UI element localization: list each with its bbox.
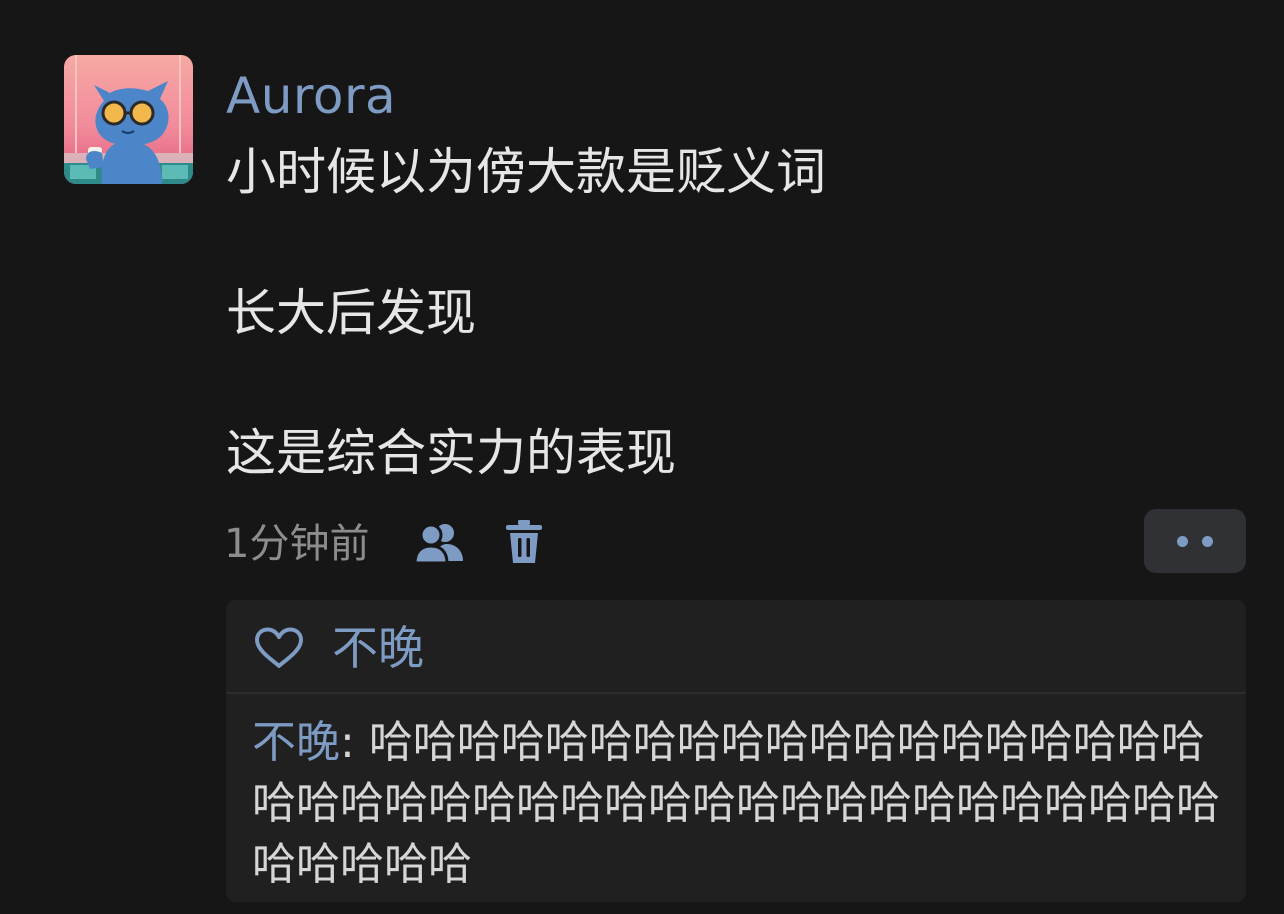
- username[interactable]: Aurora: [226, 64, 396, 128]
- post-content-line: 长大后发现: [226, 284, 476, 342]
- trash-icon[interactable]: [505, 519, 543, 565]
- likes-row: 不晚: [226, 600, 1246, 694]
- moment-post: Aurora 小时候以为傍大款是贬义词 长大后发现 这是综合实力的表现 1分钟前…: [0, 0, 1284, 914]
- comment-separator: :: [340, 717, 369, 768]
- avatar[interactable]: [64, 55, 193, 184]
- post-content-line: 这是综合实力的表现: [226, 424, 676, 482]
- liker-name[interactable]: 不晚: [332, 620, 424, 676]
- comment-text: 哈哈哈哈哈哈哈哈哈哈哈哈哈哈哈哈哈哈哈哈哈哈哈哈哈哈哈哈哈哈哈哈哈哈哈哈哈哈哈哈…: [252, 717, 1220, 890]
- comment[interactable]: 不晚: 哈哈哈哈哈哈哈哈哈哈哈哈哈哈哈哈哈哈哈哈哈哈哈哈哈哈哈哈哈哈哈哈哈哈哈哈…: [252, 712, 1242, 895]
- interaction-panel: 不晚 不晚: 哈哈哈哈哈哈哈哈哈哈哈哈哈哈哈哈哈哈哈哈哈哈哈哈哈哈哈哈哈哈哈哈哈…: [226, 600, 1246, 902]
- comment-author[interactable]: 不晚: [252, 717, 340, 768]
- friends-icon[interactable]: [413, 521, 465, 565]
- post-timestamp: 1分钟前: [224, 521, 370, 567]
- more-actions-button[interactable]: [1144, 509, 1246, 573]
- heart-outline-icon: [255, 627, 303, 668]
- more-dots-icon: [1177, 535, 1188, 547]
- cartoon-cat-avatar-icon: [64, 55, 193, 184]
- post-content-line: 小时候以为傍大款是贬义词: [226, 143, 826, 201]
- more-dots-icon: [1202, 535, 1213, 547]
